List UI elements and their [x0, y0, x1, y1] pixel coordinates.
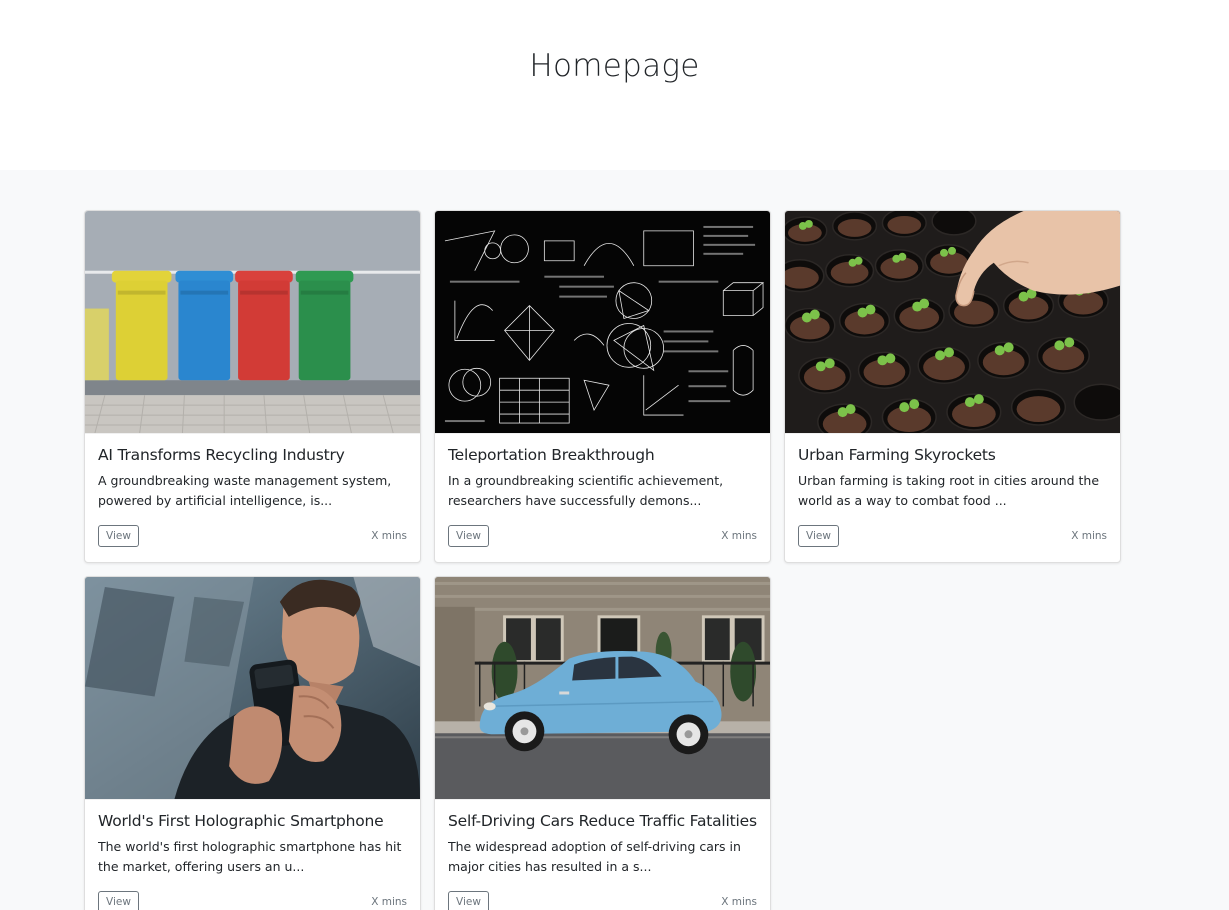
post-footer: View X mins [798, 525, 1107, 547]
post-title[interactable]: AI Transforms Recycling Industry [98, 446, 407, 464]
post-excerpt: Urban farming is taking root in cities a… [798, 473, 1100, 508]
read-time: X mins [721, 530, 757, 542]
view-button[interactable]: View [98, 525, 139, 547]
post-footer: View X mins [98, 891, 407, 910]
post-title[interactable]: Urban Farming Skyrockets [798, 446, 1107, 464]
post-title[interactable]: Self-Driving Cars Reduce Traffic Fatalit… [448, 812, 757, 830]
posts-grid: AI Transforms Recycling Industry A groun… [84, 210, 1144, 910]
view-button[interactable]: View [448, 891, 489, 910]
post-image-recycling-bins [85, 211, 420, 434]
post-card: Teleportation Breakthrough In a groundbr… [434, 210, 771, 563]
read-time: X mins [371, 530, 407, 542]
post-footer: View X mins [448, 891, 757, 910]
post-card: World's First Holographic Smartphone The… [84, 576, 421, 910]
read-time: X mins [371, 896, 407, 908]
page-title: Homepage [529, 48, 700, 84]
post-excerpt: A groundbreaking waste management system… [98, 473, 392, 508]
post-title[interactable]: World's First Holographic Smartphone [98, 812, 407, 830]
post-footer: View X mins [448, 525, 757, 547]
post-footer: View X mins [98, 525, 407, 547]
view-button[interactable]: View [98, 891, 139, 910]
post-excerpt: In a groundbreaking scientific achieveme… [448, 473, 724, 508]
post-image-chalkboard-formulas [435, 211, 770, 434]
posts-album: AI Transforms Recycling Industry A groun… [0, 170, 1229, 910]
post-title[interactable]: Teleportation Breakthrough [448, 446, 757, 464]
page-header: Homepage [0, 0, 1229, 170]
read-time: X mins [721, 896, 757, 908]
view-button[interactable]: View [448, 525, 489, 547]
post-image-seedling-tray [785, 211, 1120, 434]
post-image-blue-car [435, 577, 770, 800]
post-card: AI Transforms Recycling Industry A groun… [84, 210, 421, 563]
view-button[interactable]: View [798, 525, 839, 547]
post-card: Urban Farming Skyrockets Urban farming i… [784, 210, 1121, 563]
post-excerpt: The widespread adoption of self-driving … [448, 839, 741, 874]
post-image-man-with-smartphone [85, 577, 420, 800]
post-excerpt: The world's first holographic smartphone… [98, 839, 402, 874]
read-time: X mins [1071, 530, 1107, 542]
post-card: Self-Driving Cars Reduce Traffic Fatalit… [434, 576, 771, 910]
